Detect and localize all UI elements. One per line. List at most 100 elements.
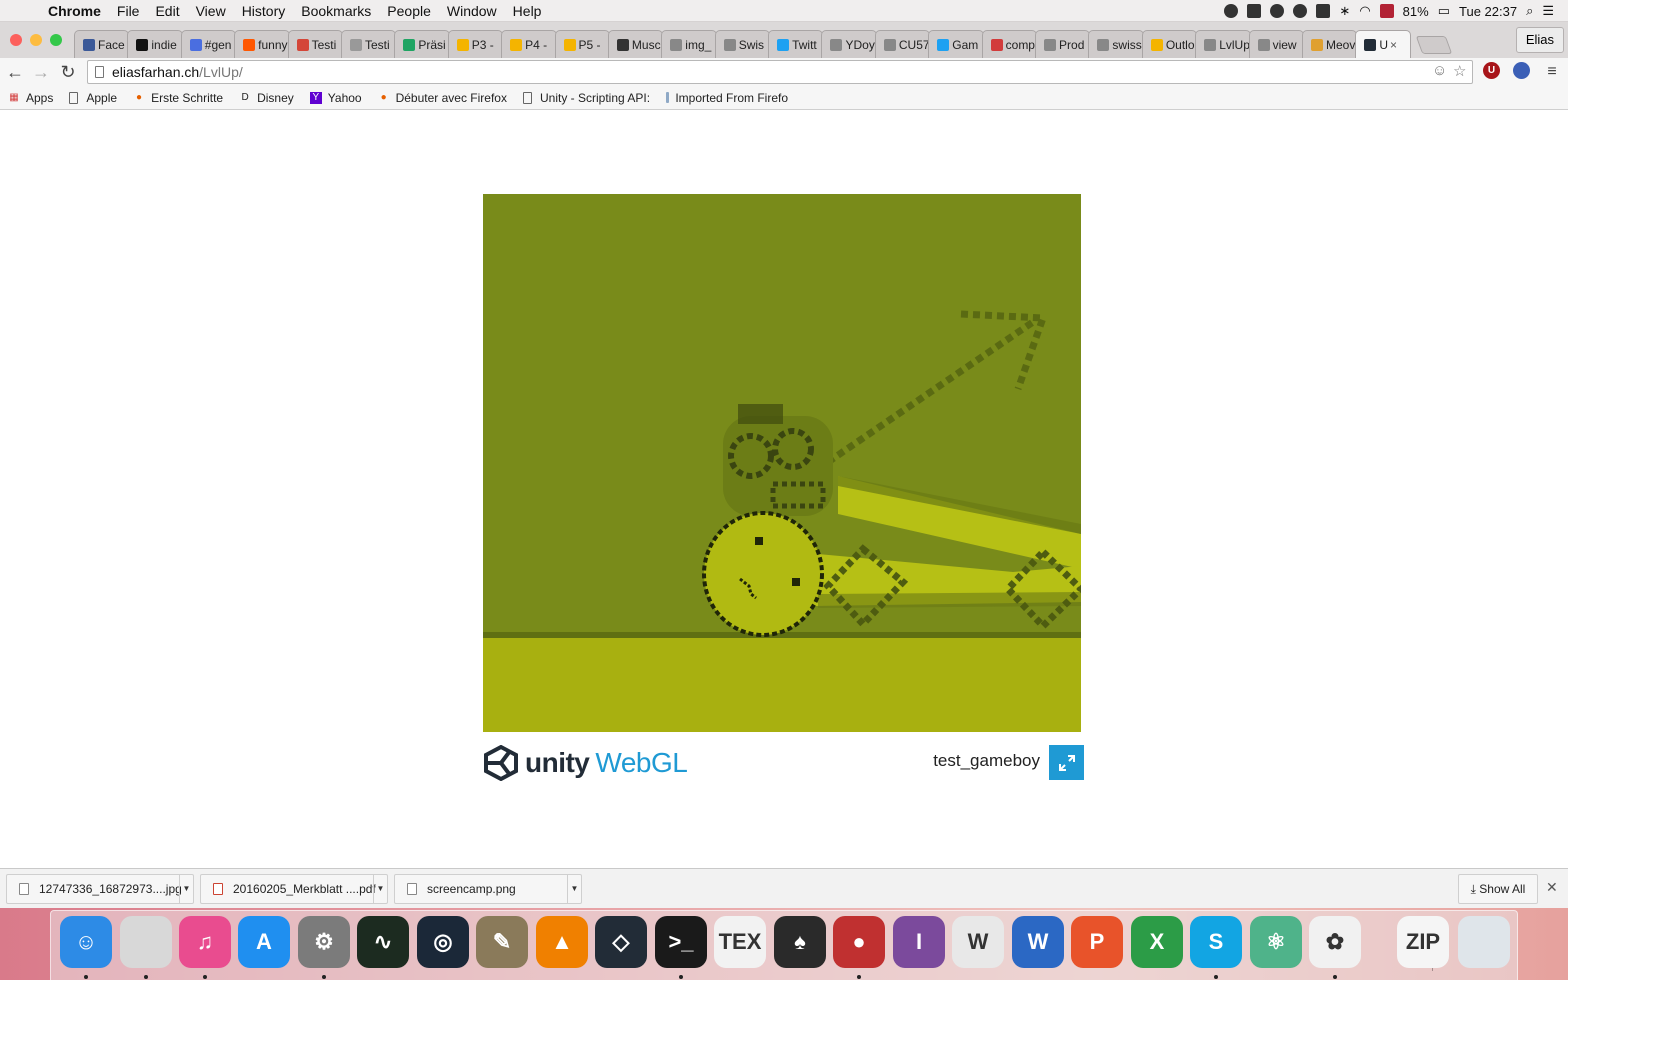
download-item[interactable]: screencamp.png ▼ — [394, 874, 582, 904]
chevron-down-icon[interactable]: ▼ — [179, 875, 193, 903]
tab[interactable]: #gen — [180, 30, 237, 58]
tab[interactable]: Musc — [607, 30, 664, 58]
tex-icon[interactable]: TEX — [714, 916, 766, 968]
skype-icon[interactable]: S — [1190, 916, 1242, 968]
tab[interactable]: Meov — [1301, 30, 1358, 58]
minimize-window-icon[interactable] — [30, 34, 42, 46]
tab[interactable]: Präsi — [394, 30, 450, 58]
flag-us-icon[interactable] — [1379, 4, 1394, 18]
menu-file[interactable]: File — [109, 3, 148, 19]
bookmark-disney[interactable]: D Disney — [239, 91, 293, 105]
tab[interactable]: U × — [1355, 30, 1411, 58]
unity-icon[interactable]: ◇ — [595, 916, 647, 968]
chevron-down-icon[interactable]: ▼ — [373, 875, 387, 903]
forward-arrow-icon[interactable]: → — [30, 60, 52, 84]
tab[interactable]: Testi — [340, 30, 397, 58]
menu-help[interactable]: Help — [505, 3, 550, 19]
joystick-icon[interactable]: ● — [833, 916, 885, 968]
powerpoint-icon[interactable]: P — [1071, 916, 1123, 968]
bookmark-star-icon[interactable]: ☆ — [1453, 62, 1466, 80]
bookmark-unity-scripting-api[interactable]: Unity - Scripting API: — [522, 91, 650, 105]
atom-icon[interactable]: ⚛ — [1250, 916, 1302, 968]
bookmark-yahoo[interactable]: Y Yahoo — [309, 91, 362, 105]
close-window-icon[interactable] — [10, 34, 22, 46]
app-store-icon[interactable]: A — [238, 916, 290, 968]
chevron-down-icon[interactable]: ▼ — [567, 875, 581, 903]
tab[interactable]: Gam — [928, 30, 984, 58]
address-bar[interactable]: eliasfarhan.ch/LvlUp/ — [87, 60, 1473, 84]
tab[interactable]: YDoy — [821, 30, 877, 58]
spades-icon[interactable]: ♠ — [774, 916, 826, 968]
translate-extension-icon[interactable] — [1513, 62, 1530, 79]
tab[interactable]: indie — [127, 30, 183, 58]
tab[interactable]: swiss — [1088, 30, 1144, 58]
menu-edit[interactable]: Edit — [147, 3, 187, 19]
tab[interactable]: Outlo — [1141, 30, 1198, 58]
bookmark-apps[interactable]: ▦ Apps — [8, 91, 53, 105]
tab[interactable]: P5 - — [554, 30, 610, 58]
tab[interactable]: view — [1248, 30, 1304, 58]
tab[interactable]: Prod — [1035, 30, 1091, 58]
tab[interactable]: LvlUp — [1195, 30, 1251, 58]
menu-app-chrome[interactable]: Chrome — [44, 3, 109, 19]
tab[interactable]: Swis — [714, 30, 771, 58]
vlc-icon[interactable]: ▲ — [536, 916, 588, 968]
zoom-window-icon[interactable] — [50, 34, 62, 46]
menu-history[interactable]: History — [234, 3, 294, 19]
notification-center-icon[interactable]: ☰ — [1542, 3, 1554, 19]
terminal-icon[interactable]: >_ — [655, 916, 707, 968]
activity-monitor-icon[interactable]: ∿ — [357, 916, 409, 968]
tor-icon[interactable]: I — [893, 916, 945, 968]
show-all-downloads-button[interactable]: ⤓ Show All — [1458, 874, 1538, 904]
word-icon[interactable]: W — [1012, 916, 1064, 968]
no-entry-icon[interactable] — [1270, 4, 1285, 18]
game-canvas[interactable] — [483, 194, 1081, 732]
back-arrow-icon[interactable]: ← — [4, 60, 26, 84]
page-info-icon[interactable] — [95, 66, 104, 78]
battery-icon[interactable]: ▭ — [1438, 3, 1450, 19]
zip-icon[interactable]: ZIP — [1397, 916, 1449, 968]
blocked-icon[interactable] — [1293, 4, 1308, 18]
clock[interactable]: Tue 22:37 — [1459, 4, 1517, 19]
drive-status-icon[interactable] — [1316, 4, 1331, 18]
profile-button[interactable]: Elias — [1515, 27, 1564, 53]
menu-people[interactable]: People — [379, 3, 439, 19]
bookmark-imported-from-firefox[interactable]: Imported From Firefo — [666, 91, 788, 105]
fullscreen-button[interactable] — [1049, 745, 1084, 780]
tab[interactable]: Testi — [287, 30, 343, 58]
ublock-extension-icon[interactable]: U — [1483, 62, 1500, 79]
tab[interactable]: P3 - — [447, 30, 504, 58]
menu-bookmarks[interactable]: Bookmarks — [293, 3, 379, 19]
tab[interactable]: funny — [234, 30, 290, 58]
bookmark-debuter-avec-firefox[interactable]: ● Débuter avec Firefox — [378, 91, 507, 105]
bluetooth-icon[interactable]: ∗ — [1339, 3, 1350, 19]
battery-percent[interactable]: 81% — [1403, 4, 1429, 19]
tab[interactable]: P4 - — [501, 30, 557, 58]
tab[interactable]: comp — [981, 30, 1038, 58]
wifi-icon[interactable]: ◠ — [1359, 3, 1370, 19]
check-status-icon[interactable] — [1224, 4, 1239, 18]
download-item[interactable]: 12747336_16872973....jpg ▼ — [6, 874, 194, 904]
photos-icon[interactable]: ✿ — [1309, 916, 1361, 968]
close-tab-icon[interactable]: × — [1390, 38, 1397, 52]
steam-icon[interactable]: ◎ — [417, 916, 469, 968]
menu-view[interactable]: View — [188, 3, 234, 19]
tab[interactable]: img_ — [661, 30, 717, 58]
finder-icon[interactable]: ☺ — [60, 916, 112, 968]
spotlight-icon[interactable]: ⌕ — [1526, 3, 1533, 19]
itunes-icon[interactable]: ♫ — [179, 916, 231, 968]
tab[interactable]: CU57 — [874, 30, 931, 58]
bookmark-apple[interactable]: Apple — [69, 91, 117, 105]
excel-icon[interactable]: X — [1131, 916, 1183, 968]
wikipedia-icon[interactable]: W — [952, 916, 1004, 968]
gimp-icon[interactable]: ✎ — [476, 916, 528, 968]
tab[interactable]: Twitt — [768, 30, 824, 58]
reddit-extension-icon[interactable]: ☺ — [1432, 62, 1447, 79]
bookmark-erste-schritte[interactable]: ● Erste Schritte — [133, 91, 223, 105]
download-item[interactable]: 20160205_Merkblatt ....pdf ▼ — [200, 874, 388, 904]
chrome-menu-icon[interactable]: ≡ — [1541, 60, 1563, 84]
system-preferences-icon[interactable]: ⚙ — [298, 916, 350, 968]
chrome-icon[interactable] — [120, 916, 172, 968]
reload-icon[interactable]: ↻ — [57, 60, 79, 84]
new-tab-button[interactable] — [1415, 36, 1453, 54]
